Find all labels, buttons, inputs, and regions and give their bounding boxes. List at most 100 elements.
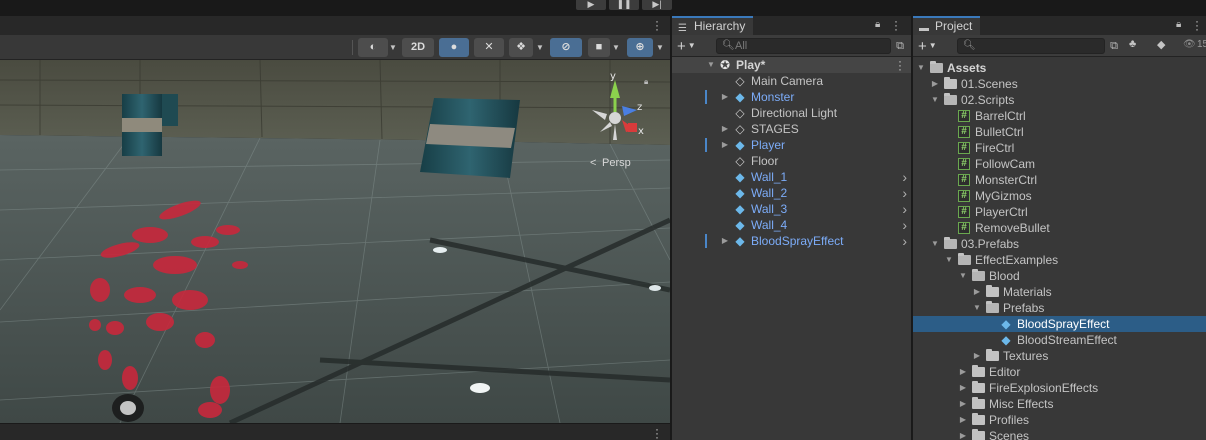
draw-mode-dropdown-icon[interactable]: ▼ — [389, 38, 397, 57]
scene-viewport[interactable]: y z x 🔒︎ < Persp — [0, 60, 670, 423]
hierarchy-item[interactable]: ◇ Floor — [672, 153, 911, 169]
chevron-right-icon[interactable]: › — [902, 169, 907, 185]
project-folder-row[interactable]: ▶ Scenes — [913, 428, 1206, 440]
expand-arrow-icon[interactable]: ▶ — [720, 89, 730, 105]
expand-arrow-icon[interactable]: ▶ — [958, 380, 968, 396]
expand-arrow-icon[interactable]: ▶ — [930, 76, 940, 92]
hierarchy-item[interactable]: ▶ ◆ Monster — [672, 89, 911, 105]
plus-icon: + — [918, 38, 927, 55]
hierarchy-item[interactable]: ▶ ◇ STAGES — [672, 121, 911, 137]
search-options-button[interactable]: ⧉ — [1106, 38, 1122, 54]
project-folder-row[interactable]: ▶ Materials — [913, 284, 1206, 300]
effects-dropdown-icon[interactable]: ▼ — [536, 38, 544, 57]
expand-arrow-icon[interactable]: ▶ — [972, 348, 982, 364]
project-folder-row[interactable]: ▶ FireExplosionEffects — [913, 380, 1206, 396]
project-script-row[interactable]: # MyGizmos — [913, 188, 1206, 204]
more-options-icon[interactable]: · · · — [1195, 15, 1199, 35]
expand-arrow-icon[interactable]: ▶ — [720, 121, 730, 137]
project-folder-row[interactable]: ▼ 02.Scripts — [913, 92, 1206, 108]
camera-settings-button[interactable]: ■ — [588, 38, 610, 57]
project-folder-row[interactable]: ▼ Prefabs — [913, 300, 1206, 316]
expand-arrow-icon[interactable]: ▼ — [944, 252, 954, 268]
expand-arrow-icon[interactable]: ▶ — [958, 412, 968, 428]
search-options-button[interactable]: ⧉ — [892, 38, 908, 54]
expand-arrow-icon[interactable]: ▼ — [916, 60, 926, 76]
hierarchy-item[interactable]: ◆ Wall_3 › — [672, 201, 911, 217]
persp-label[interactable]: Persp — [602, 157, 631, 169]
project-script-row[interactable]: # RemoveBullet — [913, 220, 1206, 236]
tab-project[interactable]: ▬ Project — [913, 16, 981, 35]
project-script-row[interactable]: # PlayerCtrl — [913, 204, 1206, 220]
expand-arrow-icon[interactable]: ▶ — [972, 284, 982, 300]
camera-dropdown-icon[interactable]: ▼ — [612, 38, 620, 57]
project-script-row[interactable]: # BarrelCtrl — [913, 108, 1206, 124]
step-button[interactable]: ▶| — [642, 0, 672, 10]
project-folder-row[interactable]: ▶ Misc Effects — [913, 396, 1206, 412]
lighting-toggle-button[interactable]: ● — [439, 38, 469, 57]
hierarchy-item[interactable]: ▶ ◆ Player — [672, 137, 911, 153]
expand-arrow-icon[interactable]: ▼ — [930, 92, 940, 108]
gizmo-lock-icon[interactable]: 🔒︎ — [644, 77, 648, 86]
gizmos-button[interactable]: ⊕ — [627, 38, 653, 57]
project-folder-row[interactable]: ▼ EffectExamples — [913, 252, 1206, 268]
more-options-icon[interactable]: · · · — [655, 423, 659, 440]
audio-toggle-button[interactable]: ✕ — [474, 38, 504, 57]
project-folder-row[interactable]: ▼ Blood — [913, 268, 1206, 284]
chevron-right-icon[interactable]: › — [902, 217, 907, 233]
hierarchy-item[interactable]: ▶ ◆ BloodSprayEffect › — [672, 233, 911, 249]
chevron-right-icon[interactable]: › — [902, 201, 907, 217]
scene-visibility-button[interactable]: ⊘ — [550, 38, 582, 57]
persp-label-icon[interactable]: < — [590, 157, 596, 169]
draw-mode-button[interactable]: ◐ — [358, 38, 388, 57]
project-script-row[interactable]: # BulletCtrl — [913, 124, 1206, 140]
hierarchy-item[interactable]: ◆ Wall_2 › — [672, 185, 911, 201]
project-folder-row[interactable]: ▼ 03.Prefabs — [913, 236, 1206, 252]
gizmos-dropdown-icon[interactable]: ▼ — [656, 38, 664, 57]
project-script-row[interactable]: # MonsterCtrl — [913, 172, 1206, 188]
hidden-packages-icon[interactable]: 👁︎ — [1183, 39, 1196, 50]
play-button[interactable]: ▶ — [576, 0, 606, 10]
more-options-icon[interactable]: · · · — [898, 57, 902, 75]
scene-header-row[interactable]: ▼ ✪ Play* · · · — [672, 57, 911, 75]
hierarchy-item[interactable]: ◆ Wall_4 › — [672, 217, 911, 233]
project-search-input[interactable]: 🔍︎ — [957, 38, 1105, 54]
project-folder-row[interactable]: ▶ Textures — [913, 348, 1206, 364]
chevron-right-icon[interactable]: › — [902, 185, 907, 201]
project-folder-row[interactable]: ▶ Profiles — [913, 412, 1206, 428]
lock-icon[interactable]: 🔒︎ — [1176, 19, 1181, 30]
project-item-label: 01.Scenes — [961, 77, 1018, 91]
project-script-row[interactable]: # FollowCam — [913, 156, 1206, 172]
create-button[interactable]: + ▼ — [677, 37, 696, 55]
expand-arrow-icon[interactable]: ▶ — [720, 233, 730, 249]
expand-arrow-icon[interactable]: ▶ — [958, 428, 968, 440]
override-indicator — [705, 90, 707, 104]
expand-arrow-icon[interactable]: ▼ — [706, 57, 716, 73]
filter-by-label-icon[interactable]: ◆ — [1157, 38, 1165, 51]
expand-arrow-icon[interactable]: ▼ — [958, 268, 968, 284]
hierarchy-item[interactable]: ◇ Main Camera — [672, 73, 911, 89]
expand-arrow-icon[interactable]: ▶ — [958, 364, 968, 380]
filter-by-type-icon[interactable]: ♣ — [1129, 38, 1136, 50]
expand-arrow-icon[interactable]: ▼ — [972, 300, 982, 316]
hierarchy-search-input[interactable]: 🔍︎ All — [716, 38, 891, 54]
lock-icon[interactable]: 🔒︎ — [875, 19, 880, 30]
project-folder-row[interactable]: ▶ 01.Scenes — [913, 76, 1206, 92]
more-options-icon[interactable]: · · · — [655, 15, 659, 35]
create-asset-button[interactable]: + ▼ — [918, 37, 937, 55]
chevron-right-icon[interactable]: › — [902, 233, 907, 249]
effects-toggle-button[interactable]: ❖ — [509, 38, 533, 57]
project-root-row[interactable]: ▼ Assets — [913, 60, 1206, 76]
expand-arrow-icon[interactable]: ▼ — [930, 236, 940, 252]
project-prefab-row[interactable]: ◆ BloodStreamEffect — [913, 332, 1206, 348]
hierarchy-item[interactable]: ◇ Directional Light — [672, 105, 911, 121]
toggle-2d-button[interactable]: 2D — [402, 38, 434, 57]
project-prefab-row[interactable]: ◆ BloodSprayEffect — [913, 316, 1206, 332]
project-folder-row[interactable]: ▶ Editor — [913, 364, 1206, 380]
pause-button[interactable]: ❚❚ — [609, 0, 639, 10]
project-script-row[interactable]: # FireCtrl — [913, 140, 1206, 156]
more-options-icon[interactable]: · · · — [894, 15, 898, 35]
expand-arrow-icon[interactable]: ▶ — [958, 396, 968, 412]
tab-hierarchy[interactable]: ☰ Hierarchy — [672, 16, 754, 35]
expand-arrow-icon[interactable]: ▶ — [720, 137, 730, 153]
hierarchy-item[interactable]: ◆ Wall_1 › — [672, 169, 911, 185]
